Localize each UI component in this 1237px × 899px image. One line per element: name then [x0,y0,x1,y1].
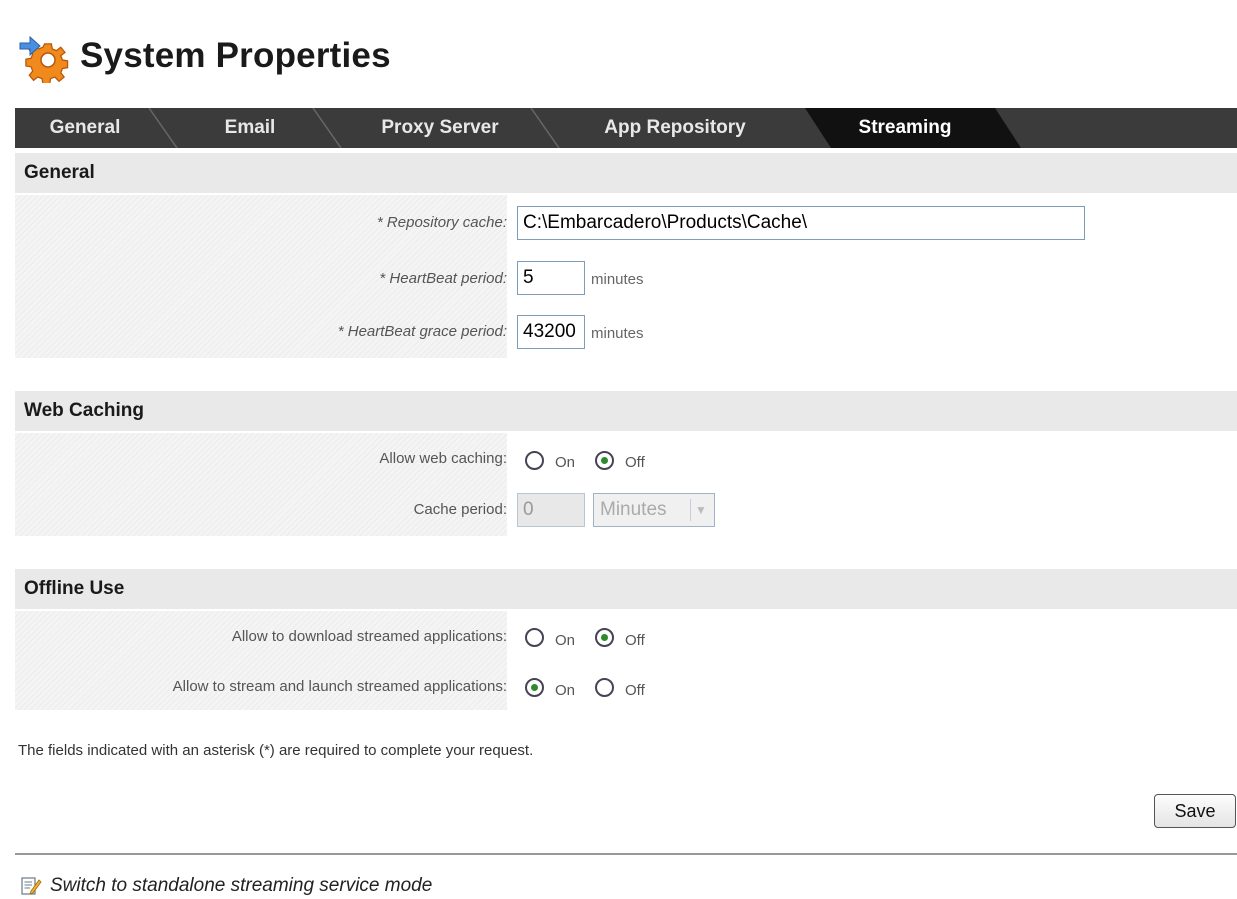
page-title: System Properties [80,36,391,75]
document-edit-icon [21,877,42,895]
stream-launch-off-radio[interactable] [595,678,614,697]
heartbeat-grace-label: * HeartBeat grace period: [337,323,507,340]
tab-proxy-server[interactable]: Proxy Server [345,108,560,148]
cache-period-unit-value: Minutes [600,499,667,520]
chevron-down-icon: ▼ [690,499,711,521]
repository-cache-label: * Repository cache: [376,214,507,231]
page-header: System Properties [18,26,391,86]
cache-period-unit-select[interactable]: Minutes ▼ [593,493,715,527]
heartbeat-period-input[interactable] [517,261,585,295]
divider [15,853,1237,855]
tab-separator [530,108,560,148]
stream-launch-off-label: Off [625,682,645,699]
gear-arrow-icon [19,35,69,83]
allow-web-caching-label: Allow web caching: [379,450,507,467]
tab-general[interactable]: General [15,108,178,148]
allow-stream-launch-label: Allow to stream and launch streamed appl… [172,678,507,695]
section-header-web-caching: Web Caching [15,391,1237,431]
tab-separator [148,108,178,148]
section-header-offline-use: Offline Use [15,569,1237,609]
heartbeat-grace-input[interactable] [517,315,585,349]
download-on-label: On [555,632,576,649]
save-button[interactable]: Save [1154,794,1236,828]
tab-bar: General Email Proxy Server App Repositor… [15,108,1237,148]
switch-standalone-link-text: Switch to standalone streaming service m… [50,875,433,896]
tab-email[interactable]: Email [185,108,342,148]
allow-download-label: Allow to download streamed applications: [231,628,507,645]
label-column-offline-use [15,611,507,710]
heartbeat-grace-unit: minutes [591,325,644,342]
stream-launch-on-radio[interactable] [525,678,544,697]
heartbeat-period-label: * HeartBeat period: [379,270,507,287]
switch-standalone-link[interactable]: Switch to standalone streaming service m… [20,875,432,897]
web-caching-on-radio[interactable] [525,451,544,470]
repository-cache-input[interactable] [517,206,1085,240]
cache-period-label: Cache period: [413,501,507,518]
web-caching-on-label: On [555,454,576,471]
stream-launch-on-label: On [555,682,576,699]
web-caching-off-label: Off [625,454,645,471]
tab-streaming[interactable]: Streaming [835,108,975,148]
download-on-radio[interactable] [525,628,544,647]
required-fields-note: The fields indicated with an asterisk (*… [18,742,534,759]
web-caching-off-radio[interactable] [595,451,614,470]
tab-app-repository[interactable]: App Repository [575,108,775,148]
label-column-web-caching [15,433,507,536]
cache-period-input[interactable] [517,493,585,527]
download-off-radio[interactable] [595,628,614,647]
section-header-general: General [15,153,1237,193]
tab-separator [312,108,342,148]
download-off-label: Off [625,632,645,649]
heartbeat-period-unit: minutes [591,271,644,288]
